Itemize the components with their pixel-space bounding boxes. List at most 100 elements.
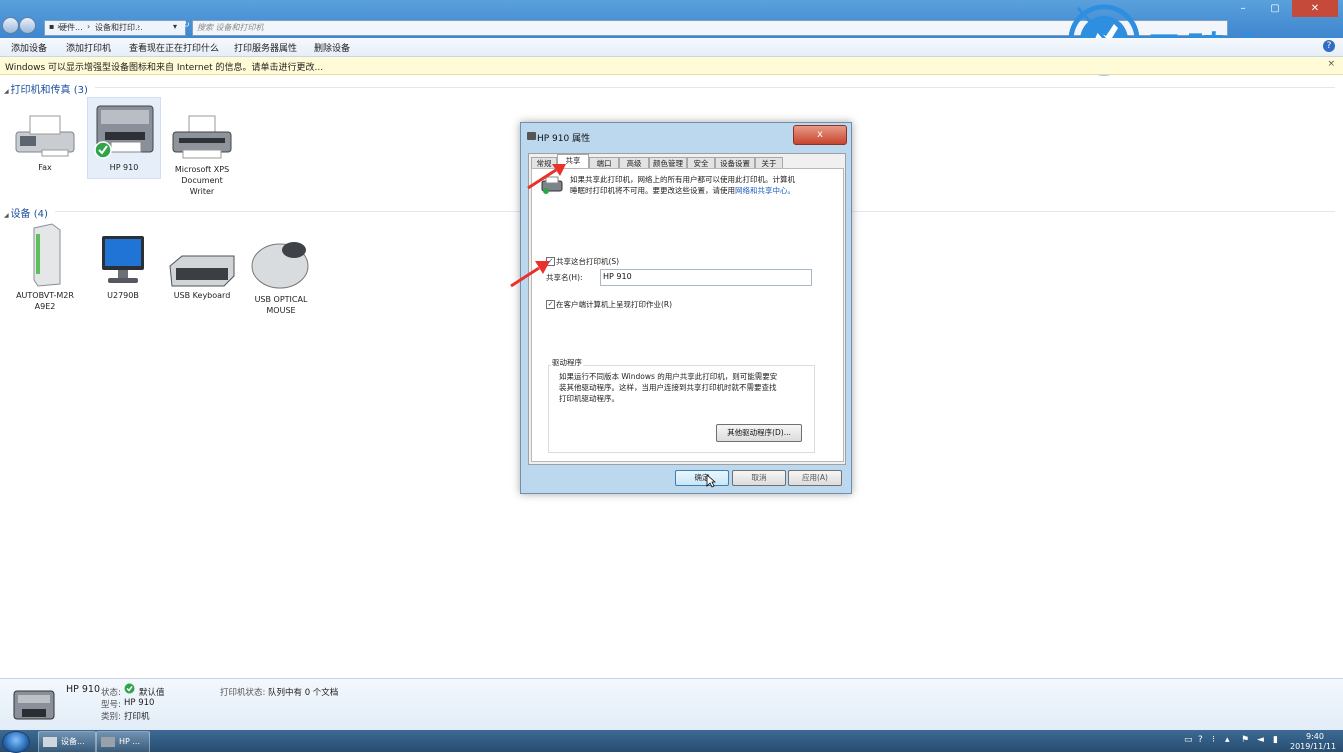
devices-section-header[interactable]: ◢ 设备 (4) xyxy=(4,205,48,220)
keyboard-tray-icon[interactable]: ▭ xyxy=(1184,735,1193,745)
taskbar-item-label: 设备... xyxy=(61,737,85,746)
apply-button[interactable]: 应用(A) xyxy=(788,470,842,486)
fax-icon xyxy=(15,115,75,157)
taskbar: 设备... HP ... ▭ ? ⁝ ▴ ⚑ ◄ ▮ 9:40 2019/11/… xyxy=(0,730,1343,753)
computer-tower-icon xyxy=(33,223,61,287)
breadcrumb-hardware[interactable]: 硬件... xyxy=(59,22,83,33)
device-label-line: Microsoft XPS xyxy=(174,165,230,174)
drivers-text-line: 装其他驱动程序。这样，当用户连接到共享打印机时就不需要查找 xyxy=(559,383,777,392)
remove-device-button[interactable]: 删除设备 xyxy=(314,41,350,54)
details-printer-status-key: 打印机状态: xyxy=(220,688,266,698)
red-arrow-icon xyxy=(510,261,550,288)
add-printer-button[interactable]: 添加打印机 xyxy=(66,41,111,54)
start-button[interactable] xyxy=(2,731,30,753)
details-status-key: 状态: xyxy=(101,688,121,698)
info-bar-close-icon[interactable]: × xyxy=(1327,59,1335,69)
volume-icon[interactable]: ◄ xyxy=(1257,735,1264,745)
search-placeholder: 搜索 设备和打印机 xyxy=(197,23,264,32)
nav-buttons xyxy=(2,17,42,34)
device-fax[interactable]: Fax xyxy=(9,110,81,180)
device-label: USB Keyboard xyxy=(173,291,231,300)
details-printer-status-value: 队列中有 0 个文档 xyxy=(268,688,339,698)
info-bar[interactable]: Windows 可以显示增强型设备图标和来自 Internet 的信息。请单击进… xyxy=(0,57,1343,75)
device-label-line: USB OPTICAL xyxy=(254,295,308,304)
device-mouse[interactable]: USB OPTICAL MOUSE xyxy=(245,236,317,316)
details-pane: HP 910 状态: 默认值 打印机状态: 队列中有 0 个文档 型号: HP … xyxy=(0,678,1343,731)
devices-section-title: 设备 (4) xyxy=(10,209,48,220)
monitor-icon xyxy=(102,236,144,283)
tray-expand-icon[interactable]: ▴ xyxy=(1225,735,1230,745)
address-bar[interactable]: ▪ › 硬件... › 设备和打印... › ▾ xyxy=(44,20,186,36)
device-xps-writer[interactable]: Microsoft XPS Document Writer xyxy=(166,112,238,202)
render-jobs-checkbox[interactable]: ✓ xyxy=(546,300,555,309)
other-drivers-button[interactable]: 其他驱动程序(D)... xyxy=(716,424,802,442)
details-model-value: HP 910 xyxy=(124,698,155,708)
help-icon[interactable]: ? xyxy=(1323,40,1335,52)
dialog-body: 常规 共享 端口 高级 颜色管理 安全 设备设置 关于 如果共享此打印机，网络上… xyxy=(528,153,846,465)
command-toolbar: 添加设备 添加打印机 查看现在正在打印什么 打印服务器属性 删除设备 ? xyxy=(0,38,1343,57)
cancel-button[interactable]: 取消 xyxy=(732,470,786,486)
clock-time[interactable]: 9:40 xyxy=(1306,732,1324,741)
device-computer[interactable]: AUTOBVT-M2R A9E2 xyxy=(9,222,81,312)
red-arrow-icon xyxy=(527,164,566,190)
dialog-close-button[interactable]: x xyxy=(793,125,847,145)
printer-icon xyxy=(13,690,55,720)
back-button[interactable] xyxy=(2,17,19,34)
drivers-group: 驱动程序 如果运行不同版本 Windows 的用户共享此打印机，则可能需要安 装… xyxy=(548,357,815,453)
details-category-value: 打印机 xyxy=(124,712,150,722)
render-jobs-label[interactable]: 在客户端计算机上呈现打印作业(R) xyxy=(556,299,672,310)
help-tray-icon[interactable]: ? xyxy=(1198,735,1203,745)
printer-small-icon xyxy=(527,132,536,140)
tray-settings-icon[interactable]: ⁝ xyxy=(1212,735,1215,745)
ok-button[interactable]: 确定 xyxy=(675,470,729,486)
sharing-tab-page: 如果共享此打印机，网络上的所有用户都可以使用此打印机。计算机 睡眠时打印机将不可… xyxy=(531,168,844,462)
taskbar-item-hp[interactable]: HP ... xyxy=(96,731,150,753)
mouse-cursor-icon xyxy=(706,474,716,488)
details-device-name: HP 910 xyxy=(66,684,101,695)
drivers-text-line: 如果运行不同版本 Windows 的用户共享此打印机，则可能需要安 xyxy=(559,372,778,381)
section-divider xyxy=(95,87,1335,88)
device-label: Fax xyxy=(38,163,52,172)
device-label: U2790B xyxy=(107,291,139,300)
info-bar-text: Windows 可以显示增强型设备图标和来自 Internet 的信息。请单击进… xyxy=(5,63,324,73)
address-dropdown-icon[interactable]: ▾ xyxy=(173,22,177,31)
print-server-properties-button[interactable]: 打印服务器属性 xyxy=(234,41,297,54)
printers-section-title: 打印机和传真 (3) xyxy=(10,85,88,96)
device-keyboard[interactable]: USB Keyboard xyxy=(166,246,238,306)
device-label-line: AUTOBVT-M2R xyxy=(16,291,74,300)
clock-date[interactable]: 2019/11/11 xyxy=(1290,742,1336,751)
devices-folder-icon xyxy=(43,736,57,747)
details-model-key: 型号: xyxy=(101,700,121,710)
printers-section-header[interactable]: ◢ 打印机和传真 (3) xyxy=(4,81,88,96)
add-device-button[interactable]: 添加设备 xyxy=(11,41,47,54)
forward-button[interactable] xyxy=(19,17,36,34)
details-category-key: 类别: xyxy=(101,712,121,722)
sharing-intro-line-1: 如果共享此打印机，网络上的所有用户都可以使用此打印机。计算机 xyxy=(570,175,795,184)
device-label-line: A9E2 xyxy=(34,302,56,311)
device-label-line: Writer xyxy=(189,187,215,196)
device-hp-910[interactable]: HP 910 xyxy=(87,97,161,179)
breadcrumb-separator: › xyxy=(137,22,141,31)
network-icon[interactable]: ▮ xyxy=(1273,735,1278,745)
default-check-icon xyxy=(124,683,135,694)
see-whats-printing-button[interactable]: 查看现在正在打印什么 xyxy=(129,41,219,54)
taskbar-item-devices[interactable]: 设备... xyxy=(38,731,96,753)
network-sharing-center-link[interactable]: 网络和共享中心。 xyxy=(735,186,795,195)
dialog-title: HP 910 属性 xyxy=(537,134,591,144)
printer-small-icon xyxy=(101,736,115,747)
xps-printer-icon xyxy=(172,115,232,159)
drivers-text-line: 打印机驱动程序。 xyxy=(559,394,619,403)
details-status-value: 默认值 xyxy=(139,688,165,698)
sharing-intro-text: 睡眠时打印机将不可用。要更改这些设置，请使用 xyxy=(570,186,735,195)
share-printer-label[interactable]: 共享这台打印机(S) xyxy=(556,256,619,267)
mouse-icon xyxy=(251,242,309,289)
action-center-icon[interactable]: ⚑ xyxy=(1241,735,1249,745)
device-monitor[interactable]: U2790B xyxy=(87,234,159,304)
breadcrumb-devices[interactable]: 设备和打印... xyxy=(95,22,143,33)
device-label: HP 910 xyxy=(109,163,139,172)
drivers-heading: 驱动程序 xyxy=(551,357,583,368)
share-name-input[interactable]: HP 910 xyxy=(600,269,812,286)
sharing-intro-line-2: 睡眠时打印机将不可用。要更改这些设置，请使用网络和共享中心。 xyxy=(570,185,795,196)
device-label-line: MOUSE xyxy=(266,306,296,315)
refresh-icon[interactable]: ↻ xyxy=(183,20,190,29)
